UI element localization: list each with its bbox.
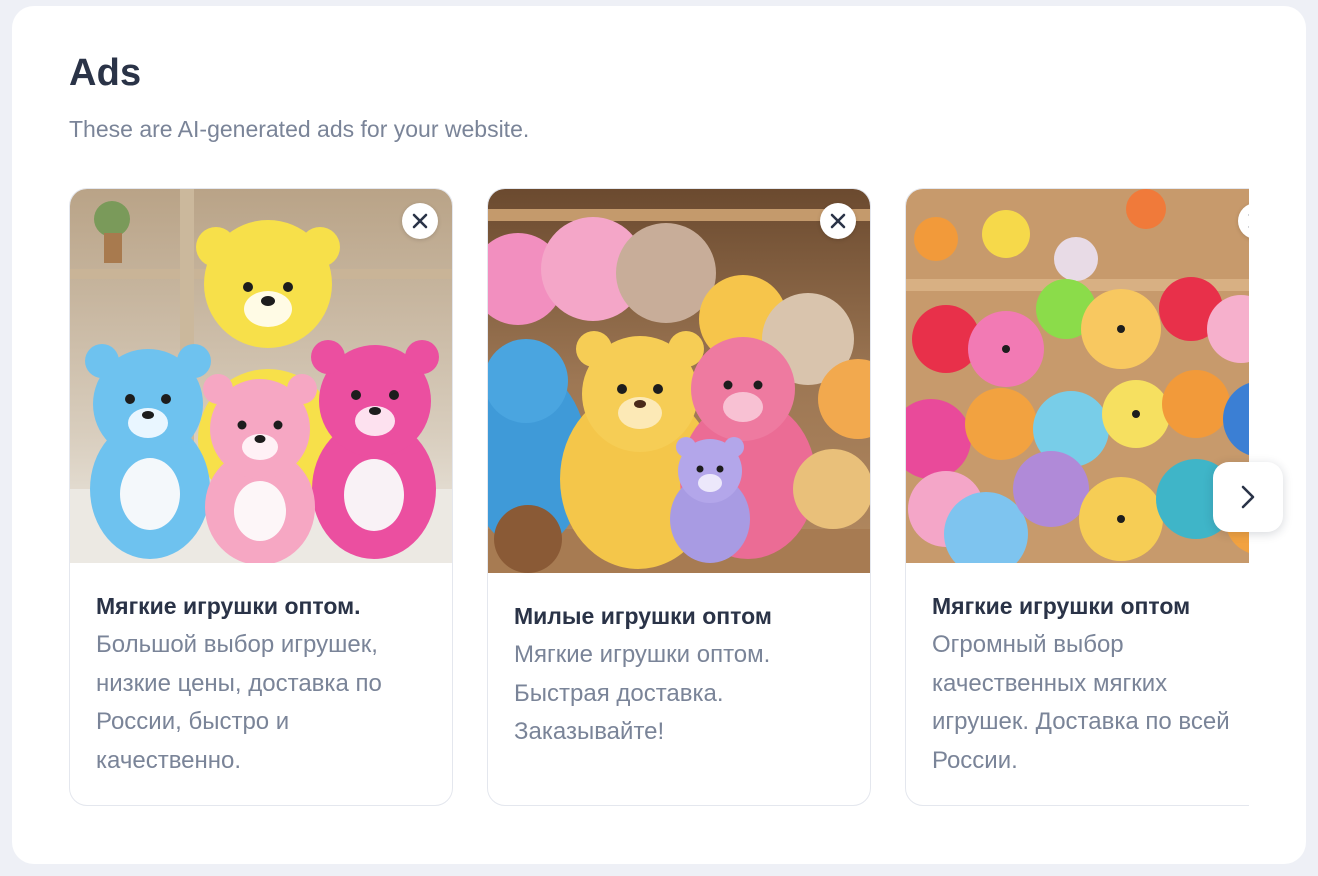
- close-ad-button[interactable]: [820, 203, 856, 239]
- ad-title: Мягкие игрушки оптом.: [96, 593, 361, 619]
- ad-image: [70, 189, 452, 563]
- ad-card[interactable]: Мягкие игрушки оптом. Большой выбор игру…: [69, 188, 453, 806]
- close-icon: [412, 213, 428, 229]
- ads-carousel: Мягкие игрушки оптом. Большой выбор игру…: [69, 188, 1249, 810]
- ad-title: Милые игрушки оптом: [514, 603, 772, 629]
- ad-text: Мягкие игрушки оптом Огромный выбор каче…: [932, 593, 1249, 780]
- ad-body: Большой выбор игрушек, низкие цены, дост…: [96, 631, 382, 774]
- ad-image: [906, 189, 1249, 563]
- ads-panel: Ads These are AI-generated ads for your …: [12, 6, 1306, 864]
- ad-body: Огромный выбор качественных мягких игруш…: [932, 631, 1230, 774]
- close-icon: [830, 213, 846, 229]
- close-icon: [1248, 214, 1249, 228]
- chevron-right-icon: [1241, 485, 1255, 509]
- ad-text: Милые игрушки оптом Мягкие игрушки оптом…: [514, 603, 852, 752]
- ad-image: [488, 189, 870, 573]
- page-title: Ads: [69, 52, 142, 94]
- ad-body: Мягкие игрушки оптом. Быстрая доставка. …: [514, 641, 771, 745]
- carousel-next-button[interactable]: [1213, 462, 1283, 532]
- ad-card[interactable]: Милые игрушки оптом Мягкие игрушки оптом…: [487, 188, 871, 806]
- ad-text: Мягкие игрушки оптом. Большой выбор игру…: [96, 593, 434, 780]
- ad-title: Мягкие игрушки оптом: [932, 593, 1191, 619]
- ad-card[interactable]: Мягкие игрушки оптом Огромный выбор каче…: [905, 188, 1249, 806]
- page-subtitle: These are AI-generated ads for your webs…: [69, 116, 530, 142]
- close-ad-button[interactable]: [402, 203, 438, 239]
